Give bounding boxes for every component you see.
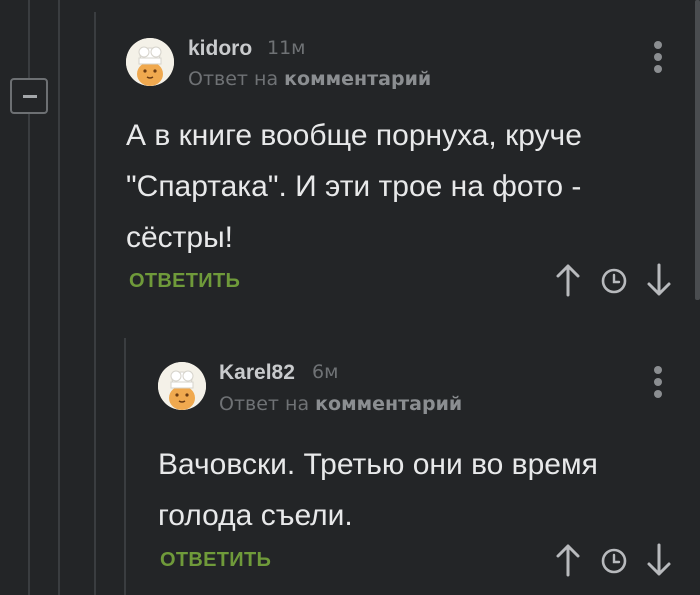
collapse-thread-button[interactable] — [10, 78, 48, 114]
thread-line — [58, 0, 60, 595]
comment-text: Вачовски. Третью они во время голода съе… — [158, 439, 598, 541]
reply-button[interactable]: ОТВЕТИТЬ — [160, 549, 271, 572]
comment-text-line: Вачовски. Третью они во время — [158, 448, 598, 481]
reply-to-prefix: Ответ на — [219, 393, 310, 415]
minus-icon — [23, 95, 37, 98]
comment-text-line: сёстры! — [126, 221, 234, 254]
upvote-icon[interactable] — [555, 543, 581, 577]
comment: kidoro 11м Ответ на комментарий А в книг… — [126, 37, 700, 308]
thread-line — [94, 12, 96, 595]
thread-line — [124, 338, 126, 595]
comment-text-line: голода съели. — [158, 499, 353, 532]
clock-icon[interactable] — [600, 547, 628, 575]
reply-to-line: Ответ на комментарий — [219, 393, 462, 415]
author-name[interactable]: Karel82 — [219, 361, 295, 385]
author-name[interactable]: kidoro — [188, 37, 252, 61]
reply-button[interactable]: ОТВЕТИТЬ — [129, 270, 240, 293]
reply-to-line: Ответ на комментарий — [188, 68, 431, 90]
chef-avatar-icon — [158, 362, 206, 410]
timestamp: 11м — [267, 37, 306, 59]
more-options-icon[interactable] — [650, 366, 666, 402]
avatar[interactable] — [126, 38, 174, 86]
reply-to-link[interactable]: комментарий — [284, 68, 431, 90]
clock-icon[interactable] — [600, 267, 628, 295]
comment-text: А в книге вообще порнуха, круче "Спартак… — [126, 110, 582, 263]
reply-to-prefix: Ответ на — [188, 68, 279, 90]
avatar[interactable] — [158, 362, 206, 410]
more-options-icon[interactable] — [650, 41, 666, 77]
downvote-icon[interactable] — [646, 263, 672, 297]
comment-text-line: А в книге вообще порнуха, круче — [126, 119, 582, 152]
comment: Karel82 6м Ответ на комментарий Вачовски… — [158, 361, 700, 595]
timestamp: 6м — [312, 361, 339, 383]
chef-avatar-icon — [126, 38, 174, 86]
downvote-icon[interactable] — [646, 543, 672, 577]
comment-text-line: "Спартака". И эти трое на фото - — [126, 170, 582, 203]
reply-to-link[interactable]: комментарий — [315, 393, 462, 415]
upvote-icon[interactable] — [555, 263, 581, 297]
